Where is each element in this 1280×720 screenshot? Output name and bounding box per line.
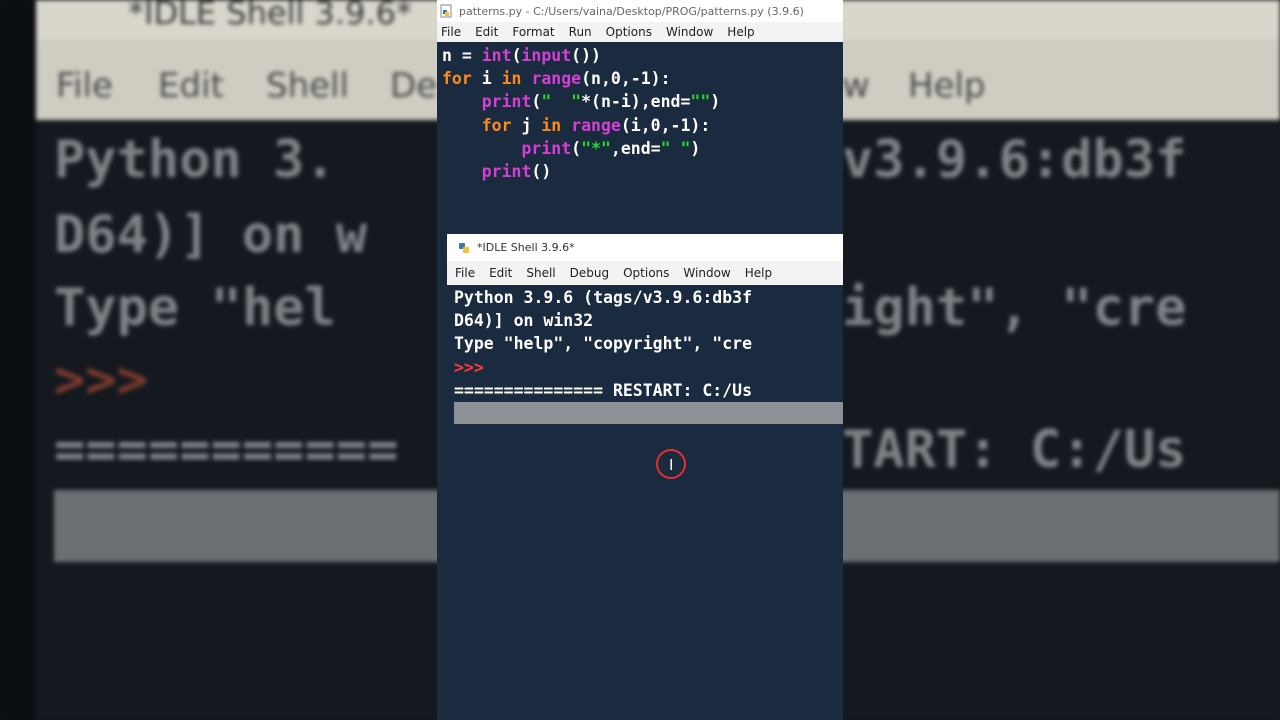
- shell-title: *IDLE Shell 3.9.6*: [477, 241, 575, 254]
- editor-menu-run[interactable]: Run: [569, 25, 592, 39]
- shell-menu-edit[interactable]: Edit: [489, 266, 512, 280]
- shell-menu-help[interactable]: Help: [745, 266, 772, 280]
- background-menu-debug: De: [390, 66, 438, 106]
- editor-menu-window[interactable]: Window: [666, 25, 713, 39]
- background-line: ight", "cre: [842, 278, 1187, 338]
- code-line-4: for j in range(i,0,-1):: [481, 115, 711, 135]
- shell-restart-line: =============== RESTART: C:/Us: [454, 380, 753, 400]
- code-line-3: print(" "*(n-i),end=""): [481, 92, 721, 112]
- editor-title: patterns.py - C:/Users/vaina/Desktop/PRO…: [459, 4, 804, 18]
- background-line: ===========: [54, 420, 399, 480]
- background-menu-edit: Edit: [158, 66, 224, 106]
- background-line: TART: C:/Us: [842, 420, 1187, 480]
- background-menu-file: File: [56, 66, 113, 106]
- shell-output[interactable]: Python 3.9.6 (tags/v3.9.6:db3f D64)] on …: [454, 286, 752, 402]
- editor-titlebar: patterns.py - C:/Users/vaina/Desktop/PRO…: [437, 0, 843, 22]
- shell-titlebar: *IDLE Shell 3.9.6*: [447, 234, 843, 261]
- background-menu-help: Help: [908, 66, 986, 106]
- shell-prompt: >>>: [454, 357, 484, 377]
- python-file-icon: [440, 4, 452, 18]
- background-line: Python 3.: [54, 130, 336, 190]
- editor-menu-edit[interactable]: Edit: [475, 25, 498, 39]
- code-line-2: for i in range(n,0,-1):: [442, 69, 671, 89]
- background-title: *IDLE Shell 3.9.6*: [128, 0, 412, 32]
- shell-window: *IDLE Shell 3.9.6* File Edit Shell Debug…: [447, 234, 843, 720]
- editor-menu-options[interactable]: Options: [606, 25, 652, 39]
- background-line: v3.9.6:db3f: [842, 130, 1187, 190]
- text-cursor-icon: I: [669, 456, 674, 474]
- shell-menu-debug[interactable]: Debug: [570, 266, 609, 280]
- editor-menu-help[interactable]: Help: [727, 25, 754, 39]
- code-editor[interactable]: n = int(input()) for i in range(n,0,-1):…: [442, 44, 720, 183]
- editor-menubar: File Edit Format Run Options Window Help: [437, 22, 843, 42]
- background-menu-shell: Shell: [266, 66, 349, 106]
- code-line-1: n = int(input()): [442, 46, 601, 65]
- shell-line: Type "help", "copyright", "cre: [454, 334, 753, 354]
- shell-input-line[interactable]: [454, 402, 843, 424]
- shell-line: D64)] on win32: [454, 311, 594, 331]
- shell-menu-file[interactable]: File: [455, 266, 475, 280]
- shell-menu-shell[interactable]: Shell: [526, 266, 555, 280]
- background-line: D64)] on w: [54, 205, 368, 265]
- shell-menu-window[interactable]: Window: [683, 266, 730, 280]
- shell-menu-options[interactable]: Options: [623, 266, 669, 280]
- shell-menubar: File Edit Shell Debug Options Window Hel…: [447, 261, 843, 285]
- background-line: Type "hel: [54, 278, 336, 338]
- editor-menu-file[interactable]: File: [441, 25, 461, 39]
- background-menu-window: w: [842, 66, 870, 106]
- python-icon: [459, 242, 469, 253]
- code-line-5: print("*",end=" "): [521, 138, 701, 158]
- editor-menu-format[interactable]: Format: [512, 25, 554, 39]
- background-left-edge: [0, 0, 36, 720]
- code-line-6: print(): [481, 162, 552, 182]
- shell-line: Python 3.9.6 (tags/v3.9.6:db3f: [454, 288, 753, 307]
- background-prompt: >>>: [54, 350, 148, 410]
